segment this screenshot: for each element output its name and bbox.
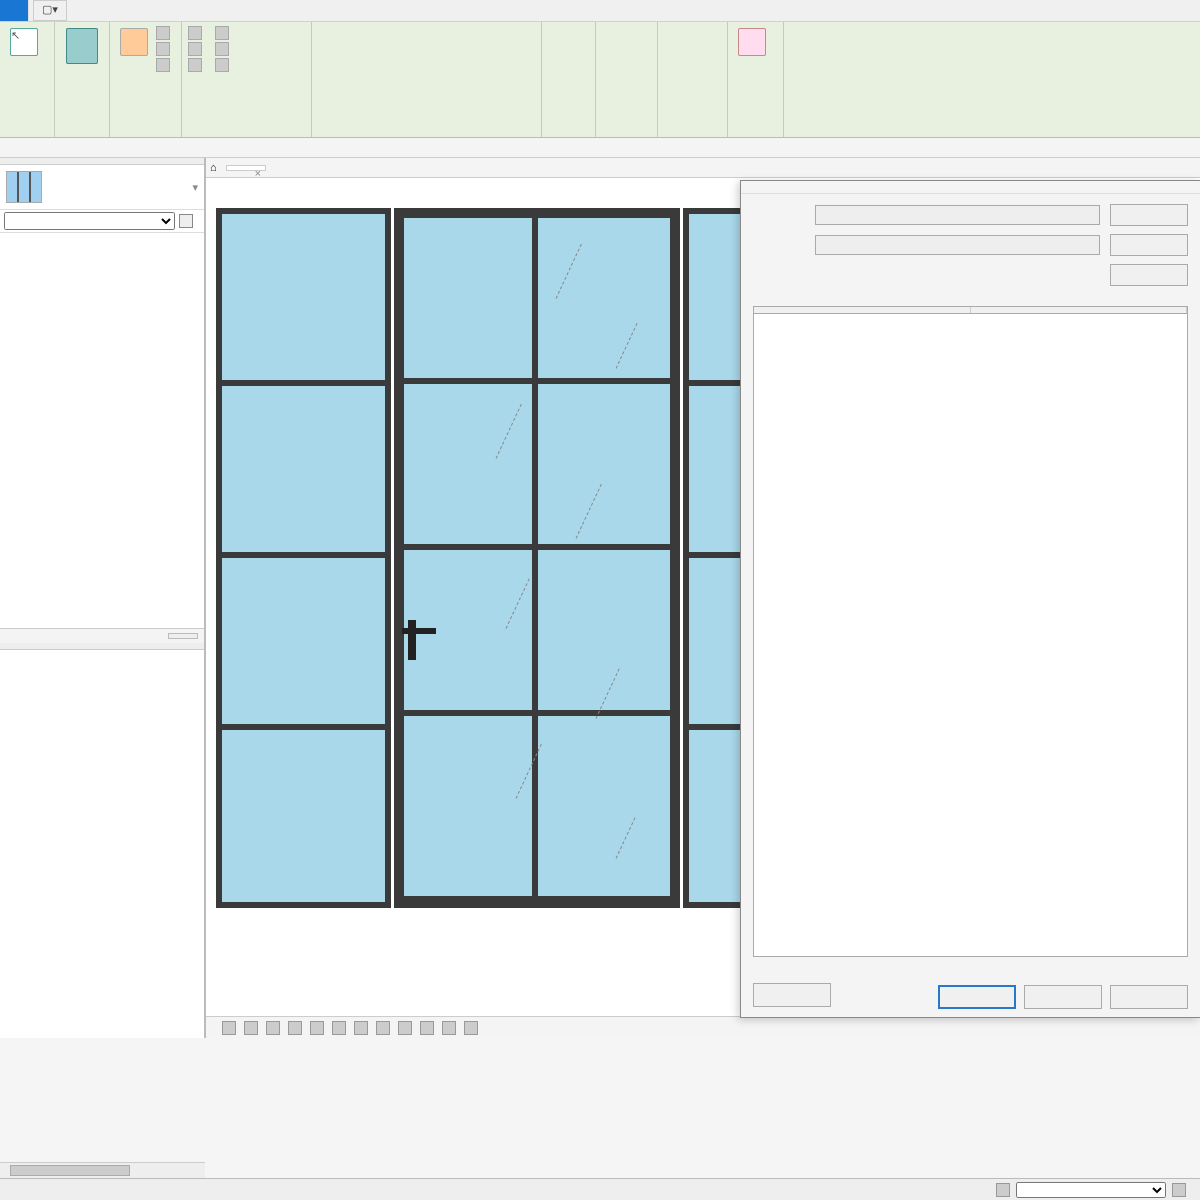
ok-button[interactable] xyxy=(938,985,1016,1009)
status-icon[interactable] xyxy=(1172,1183,1186,1197)
modify-icon[interactable] xyxy=(384,48,400,64)
status-icon[interactable] xyxy=(996,1183,1010,1197)
duplicate-button[interactable] xyxy=(1110,234,1188,256)
modify-icon[interactable] xyxy=(340,26,356,42)
properties-panel-button[interactable] xyxy=(62,26,102,68)
vb-icon[interactable] xyxy=(288,1021,302,1035)
measure-label xyxy=(602,133,651,135)
properties-title xyxy=(0,158,204,165)
modify-icon[interactable] xyxy=(318,26,334,42)
modify-icon[interactable] xyxy=(406,48,422,64)
measure-icon[interactable] xyxy=(602,26,624,48)
geom-icon-1[interactable] xyxy=(215,26,229,40)
edit-type-button[interactable] xyxy=(175,214,200,228)
col-parameter xyxy=(754,307,971,313)
vb-icon[interactable] xyxy=(376,1021,390,1035)
edit-type-icon xyxy=(179,214,193,228)
modify-icon[interactable] xyxy=(494,26,510,42)
view-icon[interactable] xyxy=(568,26,584,42)
modify-icon[interactable] xyxy=(472,26,488,42)
vb-icon[interactable] xyxy=(244,1021,258,1035)
clip-icon-3[interactable] xyxy=(156,58,170,72)
view-tab[interactable]: × xyxy=(226,165,266,171)
create-icon[interactable] xyxy=(704,26,720,42)
modify-icon[interactable] xyxy=(450,48,466,64)
mode-label xyxy=(734,133,777,135)
apply-button[interactable] xyxy=(1110,985,1188,1009)
type-combo[interactable] xyxy=(815,235,1100,255)
menubar: ▢▾ xyxy=(0,0,1200,22)
vb-icon[interactable] xyxy=(222,1021,236,1035)
rename-button[interactable] xyxy=(1110,264,1188,286)
family-thumb-icon xyxy=(6,171,42,203)
vb-icon[interactable] xyxy=(266,1021,280,1035)
door-handle-plate xyxy=(408,620,416,660)
vb-icon[interactable] xyxy=(310,1021,324,1035)
paste-button[interactable] xyxy=(116,26,152,60)
door-handle-lever xyxy=(402,628,436,634)
properties-apply-button[interactable] xyxy=(168,633,198,639)
view-icon[interactable] xyxy=(548,82,564,98)
view-icon[interactable] xyxy=(548,26,564,42)
statusbar xyxy=(0,1178,1200,1200)
cancel-button[interactable] xyxy=(1024,985,1102,1009)
type-params-table xyxy=(753,306,1188,957)
project-browser-title xyxy=(0,643,204,650)
ribbon: ↖ xyxy=(0,22,1200,138)
create-icon[interactable] xyxy=(684,26,700,42)
col-value xyxy=(971,307,1188,313)
vb-icon[interactable] xyxy=(420,1021,434,1035)
geom-icon-3[interactable] xyxy=(215,58,229,72)
cut-button[interactable] xyxy=(188,42,205,56)
preview-button[interactable] xyxy=(753,983,831,1007)
modify-icon[interactable] xyxy=(450,26,466,42)
load-button[interactable] xyxy=(1110,204,1188,226)
clipboard-label xyxy=(116,133,175,135)
measure-icon[interactable] xyxy=(628,26,650,48)
modify-icon[interactable] xyxy=(340,48,356,64)
vb-icon[interactable] xyxy=(442,1021,456,1035)
vb-icon[interactable] xyxy=(464,1021,478,1035)
modify-icon[interactable] xyxy=(384,26,400,42)
edit-family-button[interactable] xyxy=(734,26,770,60)
cope-button[interactable] xyxy=(188,26,205,40)
geom-icon-2[interactable] xyxy=(215,42,229,56)
type-properties-dialog xyxy=(740,180,1200,1018)
modify-icon[interactable] xyxy=(406,26,422,42)
family-combo[interactable] xyxy=(815,205,1100,225)
modify-icon[interactable] xyxy=(428,26,444,42)
selection-dropdown[interactable] xyxy=(4,212,175,230)
modify-icon[interactable] xyxy=(428,48,444,64)
vb-icon[interactable] xyxy=(398,1021,412,1035)
select-dropdown[interactable] xyxy=(6,133,48,135)
file-tab[interactable] xyxy=(0,0,29,21)
family-type-selector[interactable]: ▾ xyxy=(0,165,204,210)
create-icon[interactable] xyxy=(664,26,680,42)
dialog-title xyxy=(741,181,1200,194)
create-label xyxy=(664,133,721,135)
view-control-bar xyxy=(206,1016,1200,1038)
create-icon[interactable] xyxy=(664,82,680,98)
context-chip[interactable]: ▢▾ xyxy=(33,0,67,21)
worksets-combo[interactable] xyxy=(1016,1182,1166,1198)
clip-icon-1[interactable] xyxy=(156,26,170,40)
join-button[interactable] xyxy=(188,58,205,72)
modify-icon[interactable] xyxy=(362,48,378,64)
close-icon[interactable]: × xyxy=(255,168,261,180)
modify-tool[interactable]: ↖ xyxy=(6,26,42,60)
modify-icon[interactable] xyxy=(362,26,378,42)
left-scrollbar[interactable] xyxy=(0,1162,205,1178)
modify-icon[interactable] xyxy=(516,26,532,42)
modify-icon[interactable] xyxy=(472,48,488,64)
view-label xyxy=(548,133,589,135)
properties-label xyxy=(61,133,103,135)
geometry-label xyxy=(188,133,305,135)
home-icon[interactable]: ⌂ xyxy=(210,162,222,174)
clip-icon-2[interactable] xyxy=(156,42,170,56)
modify-icon[interactable] xyxy=(318,48,334,64)
vb-icon[interactable] xyxy=(332,1021,346,1035)
context-bar xyxy=(0,138,1200,158)
vb-icon[interactable] xyxy=(354,1021,368,1035)
modify-label xyxy=(318,133,535,135)
